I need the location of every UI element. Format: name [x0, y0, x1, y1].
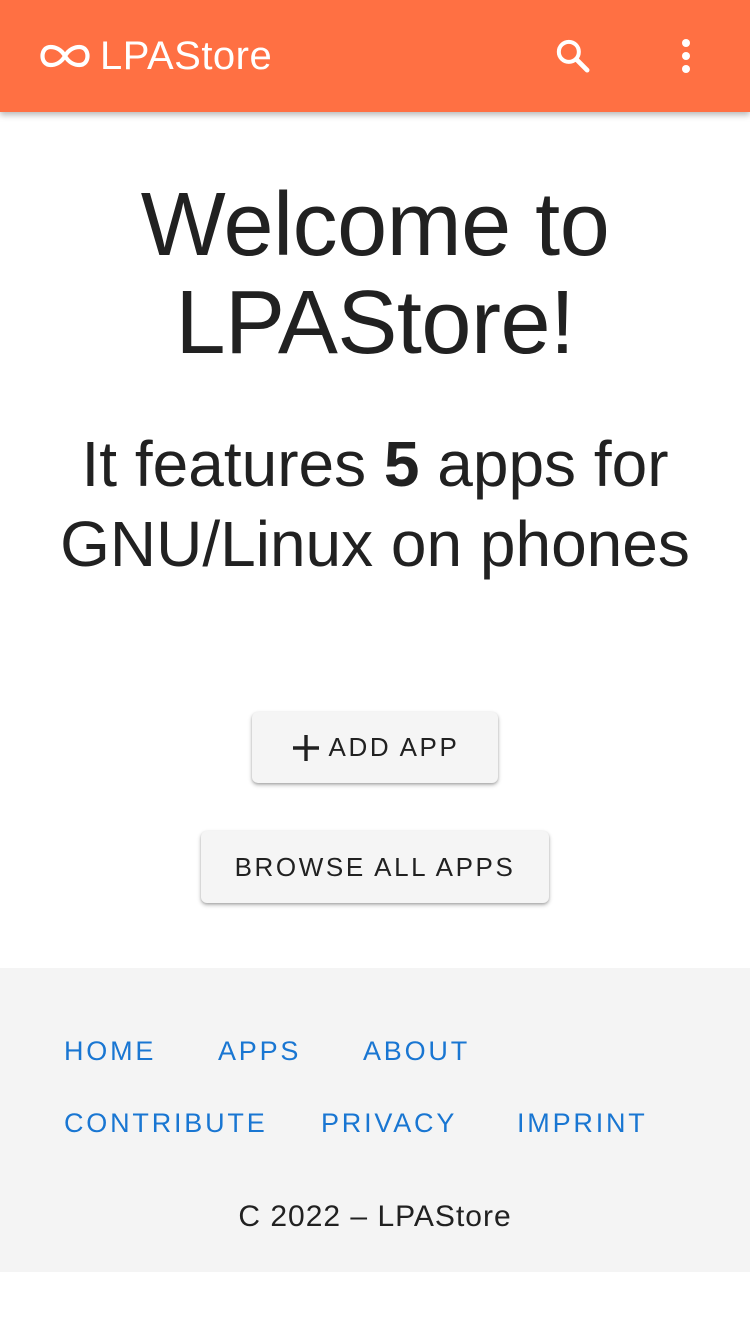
app-title: LPAStore [100, 34, 273, 78]
plus-icon [292, 734, 319, 761]
infinity-icon [40, 44, 90, 68]
copyright-text: C 2022 – LPAStore [238, 1200, 512, 1233]
subtitle-prefix: It features [81, 428, 367, 500]
search-icon [556, 39, 590, 73]
footer: HOME APPS ABOUT CONTRIBUTE PRIVACY IMPRI… [0, 968, 750, 1272]
app-bar: LPAStore [0, 0, 750, 112]
add-app-button[interactable]: ADD APP [252, 712, 498, 783]
footer-link-apps[interactable]: APPS [218, 1036, 301, 1066]
more-vertical-icon [682, 39, 690, 73]
more-menu-button[interactable] [658, 28, 714, 84]
footer-link-home[interactable]: HOME [64, 1036, 156, 1066]
browse-all-apps-label: BROWSE ALL APPS [234, 851, 516, 882]
footer-link-imprint[interactable]: IMPRINT [517, 1108, 648, 1138]
footer-link-contribute[interactable]: CONTRIBUTE [64, 1108, 268, 1138]
welcome-line-2: LPAStore! [175, 273, 575, 373]
footer-link-about[interactable]: ABOUT [363, 1036, 470, 1066]
search-button[interactable] [545, 28, 601, 84]
add-app-label: ADD APP [328, 732, 460, 762]
welcome-line-1: Welcome to [140, 175, 610, 275]
main-content: Welcome to LPAStore! It features 5 apps … [0, 112, 750, 968]
browse-all-apps-button[interactable]: BROWSE ALL APPS [201, 831, 549, 903]
brand[interactable]: LPAStore [40, 36, 272, 76]
footer-link-privacy[interactable]: PRIVACY [321, 1108, 457, 1138]
welcome-heading: Welcome to LPAStore! [25, 176, 725, 372]
features-subtitle: It features 5 apps for GNU/Linux on phon… [55, 424, 695, 584]
app-count: 5 [383, 428, 420, 500]
